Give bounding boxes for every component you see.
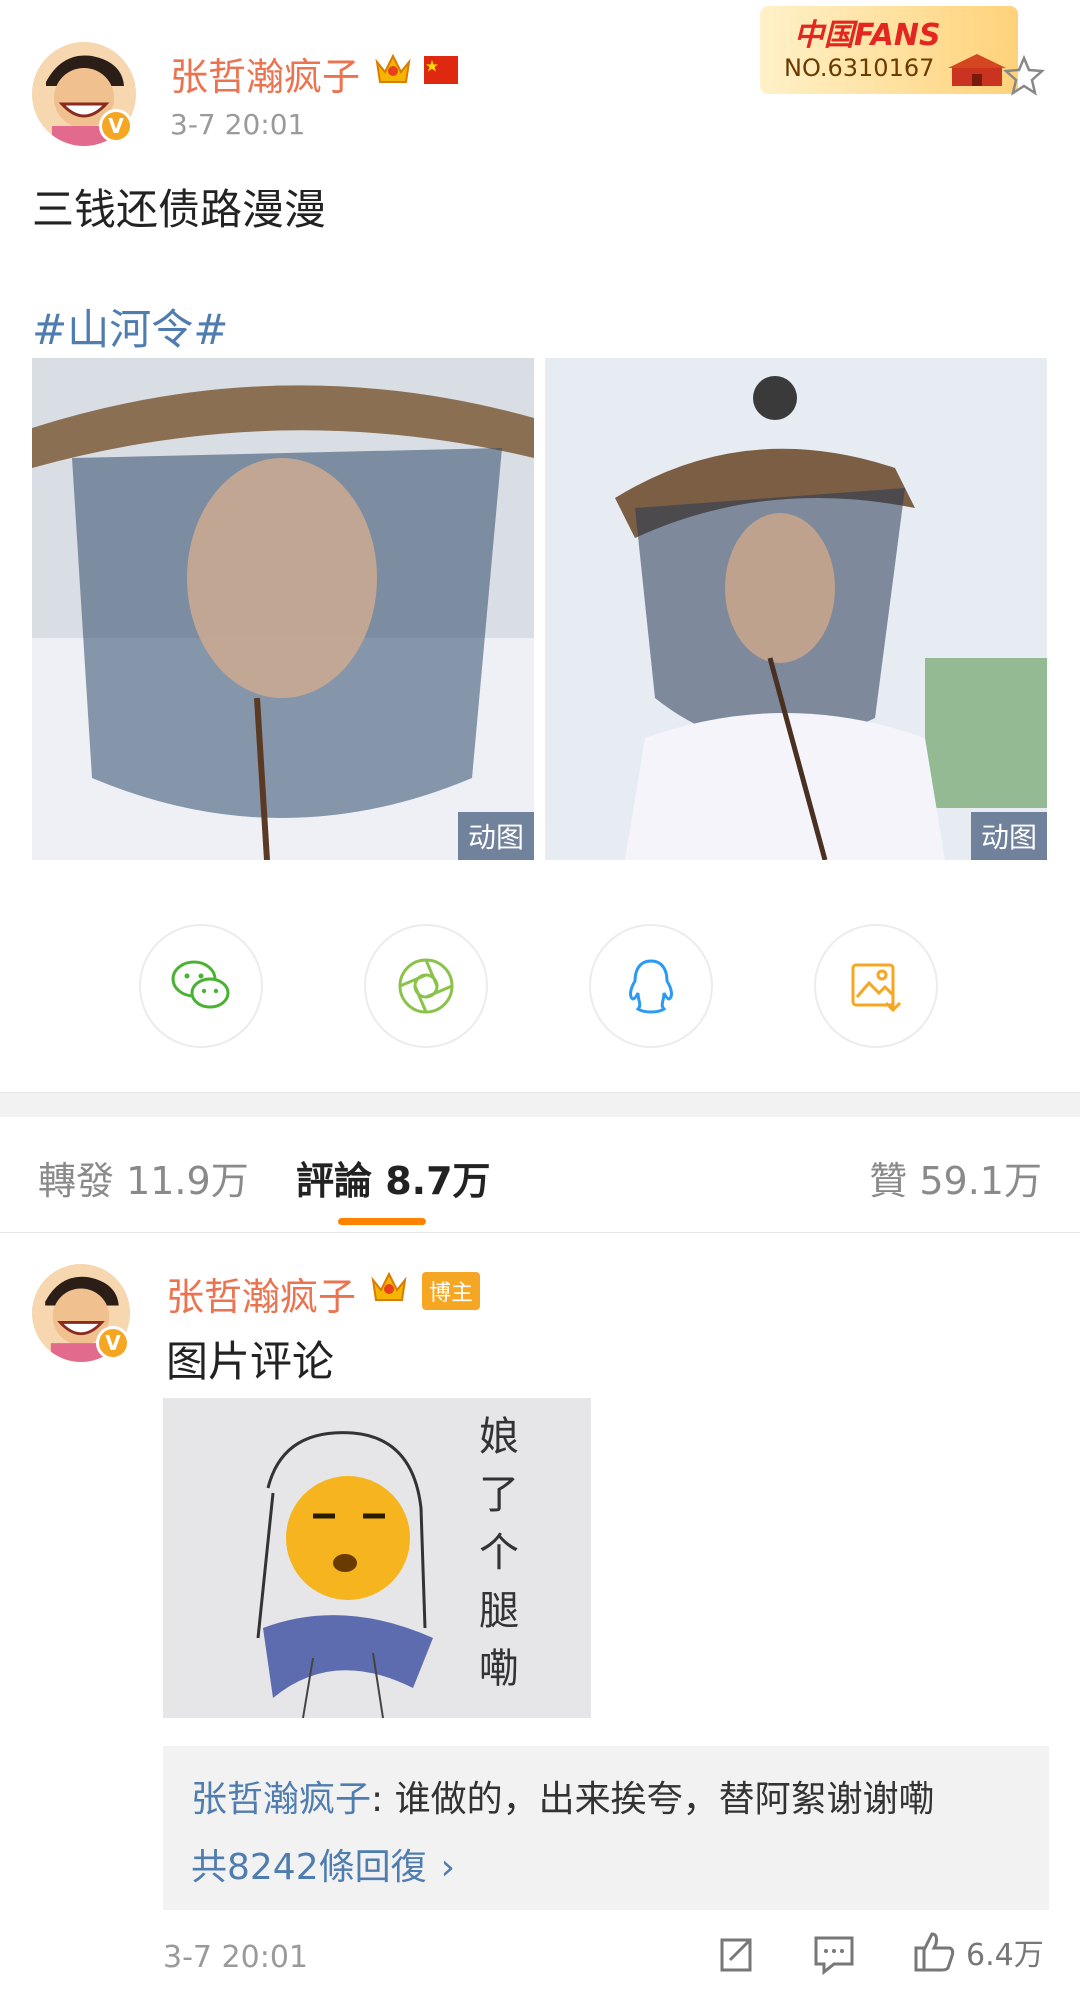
post-image-2[interactable]: 动图 — [545, 358, 1047, 860]
chevron-right-icon: › — [440, 1847, 456, 1888]
verified-badge-icon: V — [96, 1326, 130, 1360]
like-button[interactable]: 6.4万 — [912, 1930, 1044, 1974]
post-image-1[interactable]: 动图 — [32, 358, 534, 860]
reply-line: 张哲瀚疯子: 谁做的，出来挨夸，替阿絮谢谢嘞 — [191, 1770, 935, 1822]
post-text: 三钱还债路漫漫 — [32, 185, 327, 234]
fans-badge-title: 中国FANS — [794, 18, 941, 53]
save-image-icon — [851, 963, 902, 1013]
wechat-icon — [171, 960, 230, 1009]
author-role-badge: 博主 — [422, 1272, 481, 1310]
tab-active-indicator — [338, 1218, 426, 1225]
fans-badge[interactable]: 中国FANS NO.6310167 — [760, 6, 1018, 94]
reply-count: 共8242條回復 — [191, 1847, 427, 1888]
tiananmen-icon — [946, 46, 1008, 92]
save-image-button[interactable] — [814, 924, 938, 1048]
image-hat-man-1 — [32, 358, 534, 860]
share-wechat-button[interactable] — [139, 924, 263, 1048]
post-author-name[interactable]: 张哲瀚疯子 — [170, 46, 360, 101]
post-time: 3-7 20:01 — [170, 108, 306, 141]
sticker-handwriting: 娘了个腿嘞 — [479, 1414, 519, 1692]
china-flag-icon — [424, 56, 458, 84]
reply-more-link[interactable]: 共8242條回復 › — [191, 1838, 455, 1890]
share-qq-button[interactable] — [589, 924, 713, 1048]
reply-preview-box[interactable]: 张哲瀚疯子: 谁做的，出来挨夸，替阿絮谢谢嘞 共8242條回復 › — [163, 1746, 1049, 1910]
comment-time: 3-7 20:01 — [163, 1940, 308, 1975]
share-moments-button[interactable] — [364, 924, 488, 1048]
repost-comment-icon[interactable] — [714, 1934, 756, 1980]
tab-repost[interactable]: 轉發 11.9万 — [38, 1150, 249, 1205]
comment-author-name[interactable]: 张哲瀚疯子 — [166, 1266, 356, 1321]
comment-text: 图片评论 — [166, 1337, 335, 1386]
gif-badge: 动图 — [970, 812, 1047, 860]
reply-author-name[interactable]: 张哲瀚疯子 — [191, 1779, 371, 1820]
thumbs-up-icon — [914, 1932, 955, 1972]
crown-icon — [370, 1270, 408, 1310]
section-divider — [0, 1092, 1080, 1117]
gif-badge: 动图 — [457, 812, 534, 860]
comment-image[interactable]: 娘了个腿嘞 — [163, 1398, 591, 1718]
favorite-star-icon[interactable] — [1002, 54, 1046, 102]
image-hat-man-2 — [545, 358, 1047, 860]
like-count: 6.4万 — [966, 1938, 1044, 1973]
tabs-divider — [0, 1232, 1080, 1233]
moments-icon — [398, 958, 454, 1014]
tab-like[interactable]: 贊 59.1万 — [869, 1150, 1042, 1205]
fans-badge-number: NO.6310167 — [784, 54, 935, 82]
tab-comment[interactable]: 評論 8.7万 — [296, 1150, 491, 1205]
qq-icon — [629, 959, 673, 1014]
reply-comment-icon[interactable] — [812, 1934, 856, 1980]
crown-icon — [374, 52, 412, 92]
verified-badge-icon: V — [99, 109, 133, 143]
reply-text: : 谁做的，出来挨夸，替阿絮谢谢嘞 — [371, 1779, 935, 1820]
post-hashtag[interactable]: #山河令# — [32, 296, 228, 357]
sticker-sketch-image — [163, 1398, 591, 1718]
